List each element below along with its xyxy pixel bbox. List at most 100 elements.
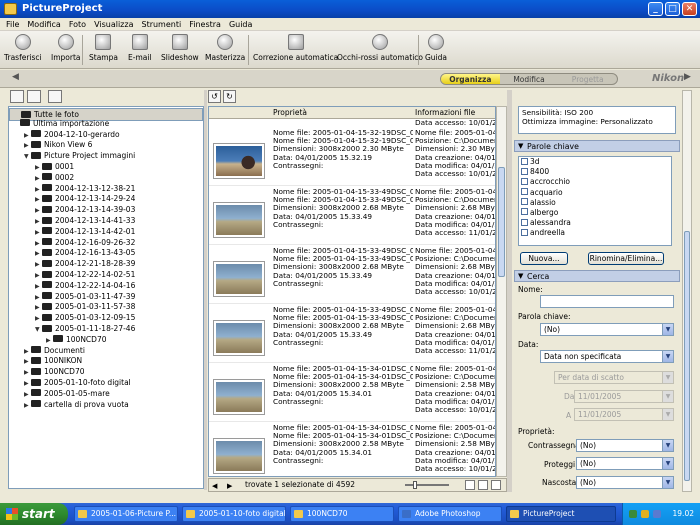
print-button[interactable]: Stampa [89,34,118,62]
photo-thumbnail[interactable] [213,261,265,297]
menu-strumenti[interactable]: Strumenti [137,18,185,30]
help-button[interactable]: Guida [425,34,447,62]
menu-visualizza[interactable]: Visualizza [90,18,137,30]
red-eye-button[interactable]: Occhi-rossi automatico [337,34,423,62]
folder-view-icon[interactable] [27,90,41,103]
keyword-item[interactable]: andreella [519,228,671,238]
keyword-checkbox[interactable] [521,198,528,206]
folder-tree-item[interactable]: ▶ 100NCD70 [9,367,203,378]
rename-delete-button[interactable]: Rinomina/Elimina... [588,252,664,265]
folder-tree-item[interactable]: ▶ 100NIKON [9,356,203,367]
photo-row[interactable]: Nome file: 2005-01-04-15-33-49DSC_0044 No… [209,304,495,363]
photo-thumbnail[interactable] [213,438,265,474]
header-properties[interactable]: Proprietà [273,108,307,117]
slider-knob[interactable] [413,481,417,489]
collapse-right-arrow-icon[interactable]: ▶ [684,72,691,82]
folder-tree-item[interactable]: ▶ 2005-01-03-11-57-38 [9,302,203,313]
left-splitter[interactable] [204,90,207,490]
burn-button[interactable]: Masterizza [205,34,245,62]
folder-tree-item[interactable]: ▶ 0001 [9,162,203,173]
menu-finestra[interactable]: Finestra [185,18,225,30]
start-button[interactable]: start [0,503,68,525]
folder-tree-item[interactable]: Ultima importazione [9,119,203,130]
folder-tree-item[interactable]: ▶ 2005-01-03-12-09-15 [9,313,203,324]
folder-tree-item[interactable]: ▶ 2004-12-13-14-29-24 [9,194,203,205]
collapse-left-arrow-icon[interactable]: ◀ [12,72,19,82]
keyword-checkbox[interactable] [521,218,528,226]
keyword-checkbox[interactable] [521,208,528,216]
auto-correct-button[interactable]: Correzione automatica [253,34,338,62]
taskbar-item[interactable]: Adobe Photoshop [398,506,502,522]
folder-tree-item[interactable]: ▶ 2004-12-13-14-42-01 [9,227,203,238]
flag-select[interactable]: (No) ▼ [576,439,674,452]
album-icon[interactable] [48,90,62,103]
rotate-right-icon[interactable]: ↻ [223,90,236,103]
date-type-select[interactable]: Per data di scatto ▼ [554,371,674,384]
keyword-checkbox[interactable] [521,167,528,175]
folder-tree-item[interactable]: ▶ 2004-12-22-14-02-51 [9,270,203,281]
folder-tree-item[interactable]: ▼ Picture Project immagini [9,151,203,162]
photo-row[interactable]: Nome file: 2005-01-04-15-33-49DSC_0044 No… [209,245,495,304]
folder-tree-item[interactable]: ▶ 100NCD70 [9,335,203,346]
folder-tree-item[interactable]: ▶ 2004-12-22-14-04-16 [9,281,203,292]
to-date-input[interactable]: 11/01/2005 ▼ [574,408,674,421]
keyword-checkbox[interactable] [521,188,528,196]
view-list-icon[interactable] [478,480,488,490]
photo-row[interactable]: Nome file: 2005-01-04-15-34-01DSC_0045 No… [209,422,495,476]
mode-progetta[interactable]: Progetta [558,74,617,84]
folder-tree-item[interactable]: ▶ Nikon View 6 [9,140,203,151]
tray-icon[interactable] [629,510,637,518]
keyword-item[interactable]: alassio [519,198,671,208]
folder-tree-item[interactable]: ▶ 2004-12-13-14-41-33 [9,216,203,227]
photo-thumbnail[interactable] [213,379,265,415]
hide-select[interactable]: (No) ▼ [576,476,674,489]
menu-modifica[interactable]: Modifica [23,18,64,30]
view-detail-icon[interactable] [491,480,501,490]
new-keyword-button[interactable]: Nuova... [520,252,568,265]
photo-row[interactable]: Nome file: 2005-01-04-15-32-19DSC_0043 No… [209,127,495,186]
folder-tree-item[interactable]: ▶ 0002 [9,173,203,184]
menu-foto[interactable]: Foto [65,18,90,30]
keyword-item[interactable]: albergo [519,208,671,218]
transfer-button[interactable]: Trasferisci [4,34,42,62]
slideshow-button[interactable]: Slideshow [161,34,199,62]
folder-tree-item[interactable]: ▶ 2004-12-13-14-39-03 [9,205,203,216]
new-folder-icon[interactable] [10,90,24,103]
folder-tree-item[interactable]: ▶ cartella di prova vuota [9,400,203,411]
search-panel-header[interactable]: ▼ Cerca [514,270,680,282]
tray-icon[interactable] [653,510,661,518]
list-scrollbar[interactable] [496,106,507,477]
folder-tree-item[interactable]: ▶ 2004-12-10-gerardo [9,130,203,141]
folder-tree-item[interactable]: ▶ 2005-01-05-mare [9,389,203,400]
panel-scroll-thumb[interactable] [684,231,690,481]
photo-thumbnail[interactable] [213,320,265,356]
taskbar-item[interactable]: 2005-01-06-Picture P... [74,506,178,522]
menu-file[interactable]: File [2,18,23,30]
folder-tree-item[interactable]: ▶ 2004-12-13-12-38-21 [9,184,203,195]
keyword-checkbox[interactable] [521,228,528,236]
thumbnail-size-slider[interactable] [405,484,449,486]
next-arrow-icon[interactable]: ▶ [227,480,237,490]
keyword-item[interactable]: alessandra [519,218,671,228]
folder-tree-item[interactable]: ▶ 2005-01-10-foto digital [9,378,203,389]
close-button[interactable]: ✕ [682,2,697,16]
date-select[interactable]: Data non specificata ▼ [540,350,674,363]
keywords-panel-header[interactable]: ▼ Parole chiave [514,140,680,152]
maximize-button[interactable]: □ [665,2,680,16]
mode-modifica[interactable]: Modifica [500,74,559,84]
email-button[interactable]: E-mail [128,34,152,62]
keyword-checkbox[interactable] [521,177,528,185]
from-date-input[interactable]: 11/01/2005 ▼ [574,390,674,403]
keyword-select[interactable]: (No) ▼ [540,323,674,336]
keyword-item[interactable]: 8400 [519,167,671,177]
folder-tree-item[interactable]: ▼ 2005-01-11-18-27-46 [9,324,203,335]
collapsed-arrow-icon[interactable]: ▶ [24,401,31,412]
photo-row[interactable]: Nome file: 2005-01-04-15-34-01DSC_0045 No… [209,363,495,422]
view-grid-icon[interactable] [465,480,475,490]
taskbar-item[interactable]: 100NCD70 [290,506,394,522]
taskbar-item[interactable]: 2005-01-10-foto digitali [182,506,286,522]
folder-tree-item[interactable]: ▶ 2004-12-16-09-26-32 [9,238,203,249]
minimize-button[interactable]: _ [648,2,663,16]
panel-scrollbar[interactable] [682,90,692,492]
keyword-item[interactable]: accrocchio [519,177,671,187]
